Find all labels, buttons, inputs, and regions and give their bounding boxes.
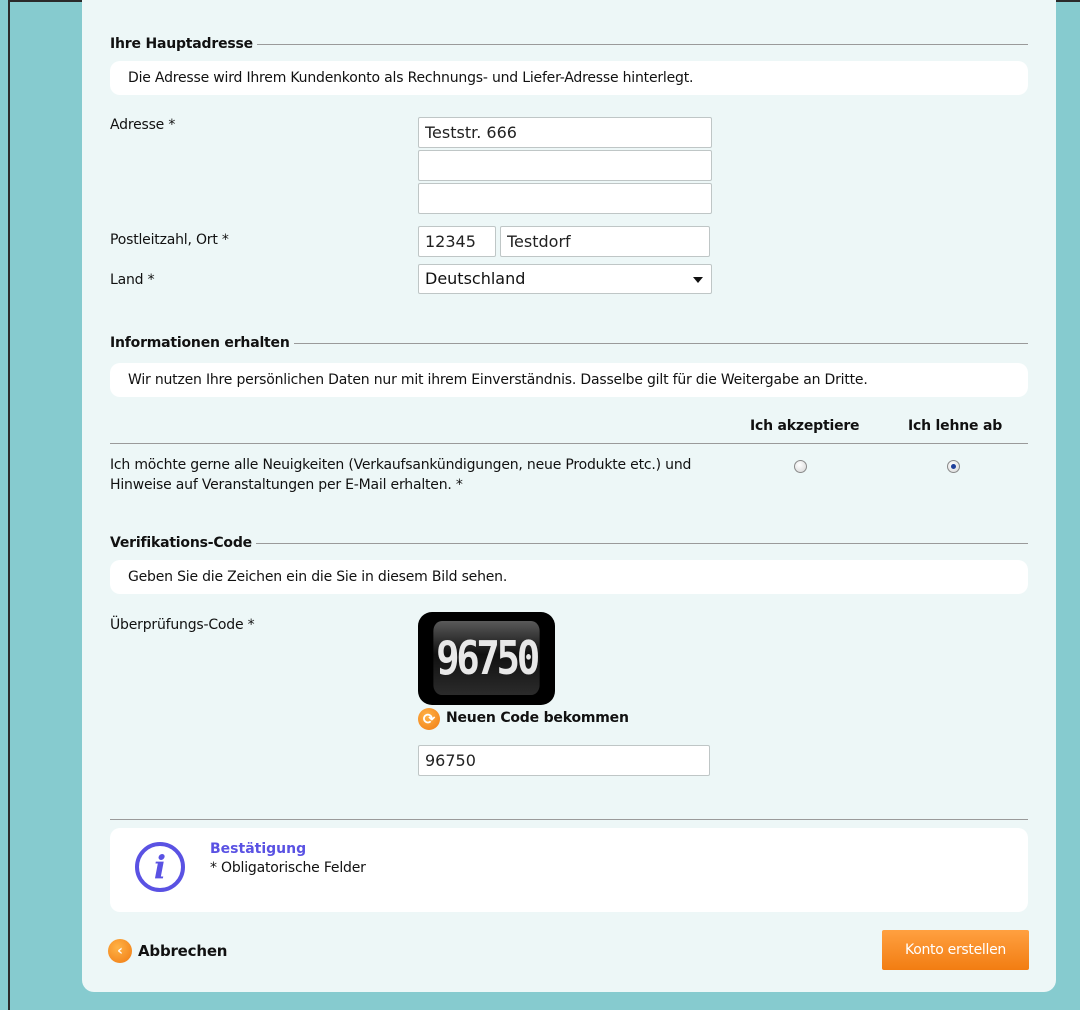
section-title: Verifikations-Code — [110, 535, 252, 551]
verification-note: Geben Sie die Zeichen ein die Sie in die… — [110, 560, 1028, 594]
address-line1-input[interactable] — [418, 117, 712, 148]
address-note: Die Adresse wird Ihrem Kundenkonto als R… — [110, 61, 1028, 95]
captcha-text: 96750 — [433, 621, 540, 695]
new-code-link[interactable]: Neuen Code bekommen — [446, 710, 629, 726]
zip-input[interactable] — [418, 226, 496, 257]
table-divider — [110, 443, 1028, 444]
country-select-value: Deutschland — [425, 269, 526, 288]
section-divider — [110, 819, 1028, 820]
country-select[interactable]: Deutschland — [418, 264, 712, 294]
address-line2-input[interactable] — [418, 150, 712, 181]
verification-code-input[interactable] — [418, 745, 710, 776]
required-fields-note: * Obligatorische Felder — [210, 860, 366, 876]
newsletter-text-line2: Hinweise auf Veranstaltungen per E-Mail … — [110, 477, 463, 493]
section-title: Informationen erhalten — [110, 335, 290, 351]
confirmation-title: Bestätigung — [210, 841, 307, 857]
section-rule — [255, 542, 1028, 544]
section-header-address: Ihre Hauptadresse — [110, 34, 1028, 54]
newsletter-text-line1: Ich möchte gerne alle Neuigkeiten (Verka… — [110, 457, 692, 473]
section-rule — [293, 342, 1028, 344]
create-account-button[interactable]: Konto erstellen — [882, 930, 1029, 970]
section-rule — [256, 43, 1028, 45]
section-header-information: Informationen erhalten — [110, 333, 1028, 353]
verification-code-label: Überprüfungs-Code * — [110, 617, 255, 633]
city-input[interactable] — [500, 226, 710, 257]
address-line3-input[interactable] — [418, 183, 712, 214]
newsletter-accept-radio[interactable] — [794, 460, 807, 473]
chevron-down-icon — [693, 277, 703, 283]
info-icon: i — [135, 842, 185, 892]
registration-form-panel: Ihre Hauptadresse Die Adresse wird Ihrem… — [82, 0, 1056, 992]
chevron-left-icon[interactable]: ‹ — [108, 939, 132, 963]
window-left-border — [0, 0, 10, 1010]
accept-column-header: Ich akzeptiere — [750, 418, 860, 434]
cancel-link[interactable]: Abbrechen — [138, 942, 227, 960]
information-note: Wir nutzen Ihre persönlichen Daten nur m… — [110, 363, 1028, 397]
newsletter-decline-radio[interactable] — [947, 460, 960, 473]
zip-city-label: Postleitzahl, Ort * — [110, 232, 229, 248]
decline-column-header: Ich lehne ab — [908, 418, 1003, 434]
address-label: Adresse * — [110, 117, 176, 133]
section-title: Ihre Hauptadresse — [110, 36, 253, 52]
country-label: Land * — [110, 272, 155, 288]
confirmation-box: i Bestätigung * Obligatorische Felder — [110, 828, 1028, 912]
captcha-image: 96750 — [418, 612, 555, 705]
refresh-icon[interactable]: ⟳ — [418, 708, 440, 730]
section-header-verification: Verifikations-Code — [110, 533, 1028, 553]
